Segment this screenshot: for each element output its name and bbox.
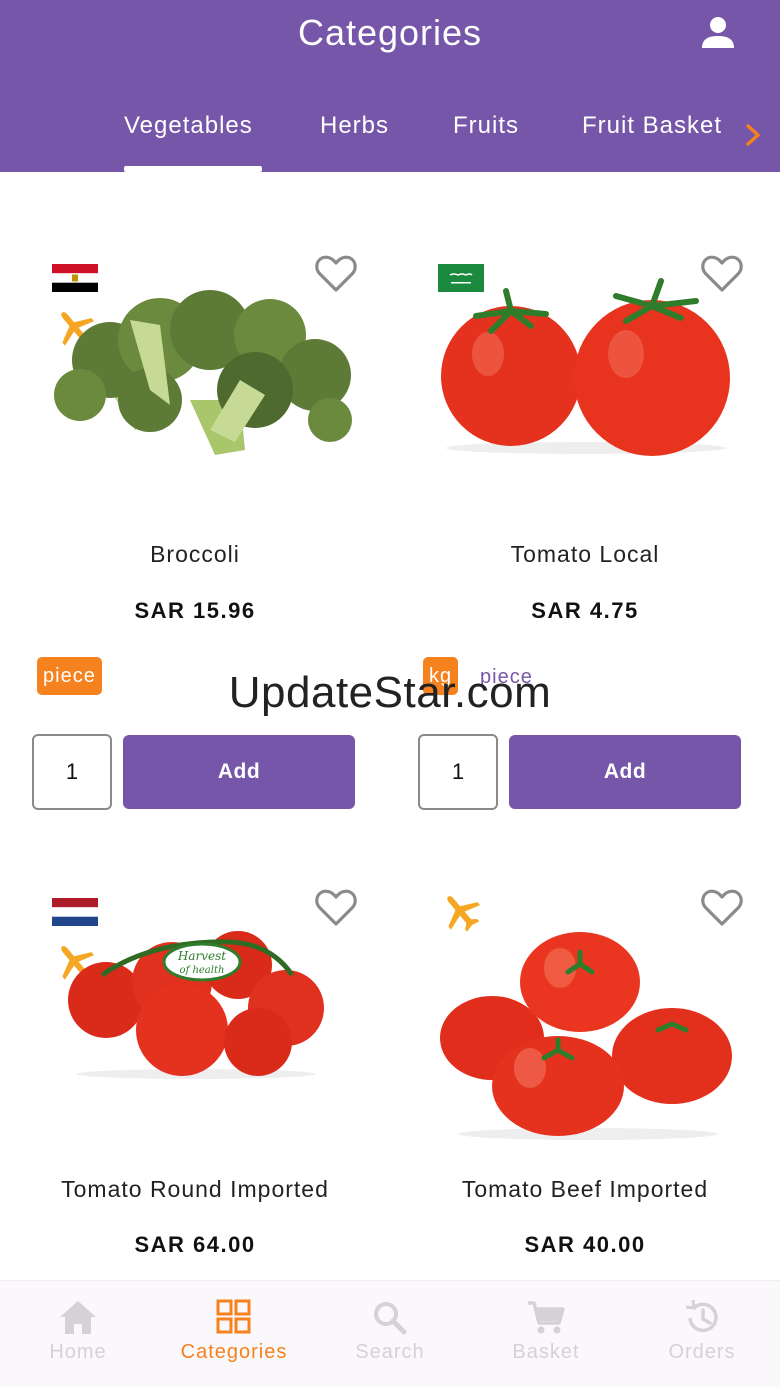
cart-icon — [526, 1299, 566, 1337]
nav-label: Search — [355, 1341, 425, 1363]
watermark-text: UpdateStar.com — [228, 668, 552, 717]
product-name[interactable]: Tomato Beef Imported — [390, 1176, 780, 1203]
nav-home[interactable]: Home — [0, 1281, 156, 1387]
nav-label: Home — [49, 1341, 107, 1363]
nav-categories[interactable]: Categories — [156, 1281, 312, 1387]
nav-orders[interactable]: Orders — [624, 1281, 780, 1387]
nav-label: Orders — [668, 1341, 736, 1363]
tomato-round-image[interactable]: Harvest of health — [62, 920, 330, 1085]
nav-search[interactable]: Search — [312, 1281, 468, 1387]
nav-label: Basket — [512, 1341, 580, 1363]
search-icon — [370, 1299, 410, 1337]
product-price: SAR 64.00 — [134, 1232, 256, 1257]
product-card-tomato-beef-imported: Tomato Beef Imported SAR 40.00 — [390, 0, 780, 1280]
product-price: SAR 40.00 — [524, 1232, 646, 1257]
bottom-navigation: Home Categories Search Basket Orders — [0, 1280, 780, 1387]
tomato-beef-image[interactable] — [440, 928, 736, 1147]
grid-icon — [214, 1299, 254, 1337]
history-icon — [682, 1299, 722, 1337]
image-label-line-2: of health — [180, 965, 225, 976]
nav-basket[interactable]: Basket — [468, 1281, 624, 1387]
image-label-line-1: Harvest — [177, 949, 226, 963]
nav-label: Categories — [180, 1341, 288, 1363]
home-icon — [58, 1299, 98, 1337]
product-card-tomato-round-imported: Harvest of health Tomato Round Imported … — [0, 0, 390, 1280]
favorite-heart-icon[interactable] — [700, 888, 744, 928]
product-name[interactable]: Tomato Round Imported — [0, 1176, 390, 1203]
